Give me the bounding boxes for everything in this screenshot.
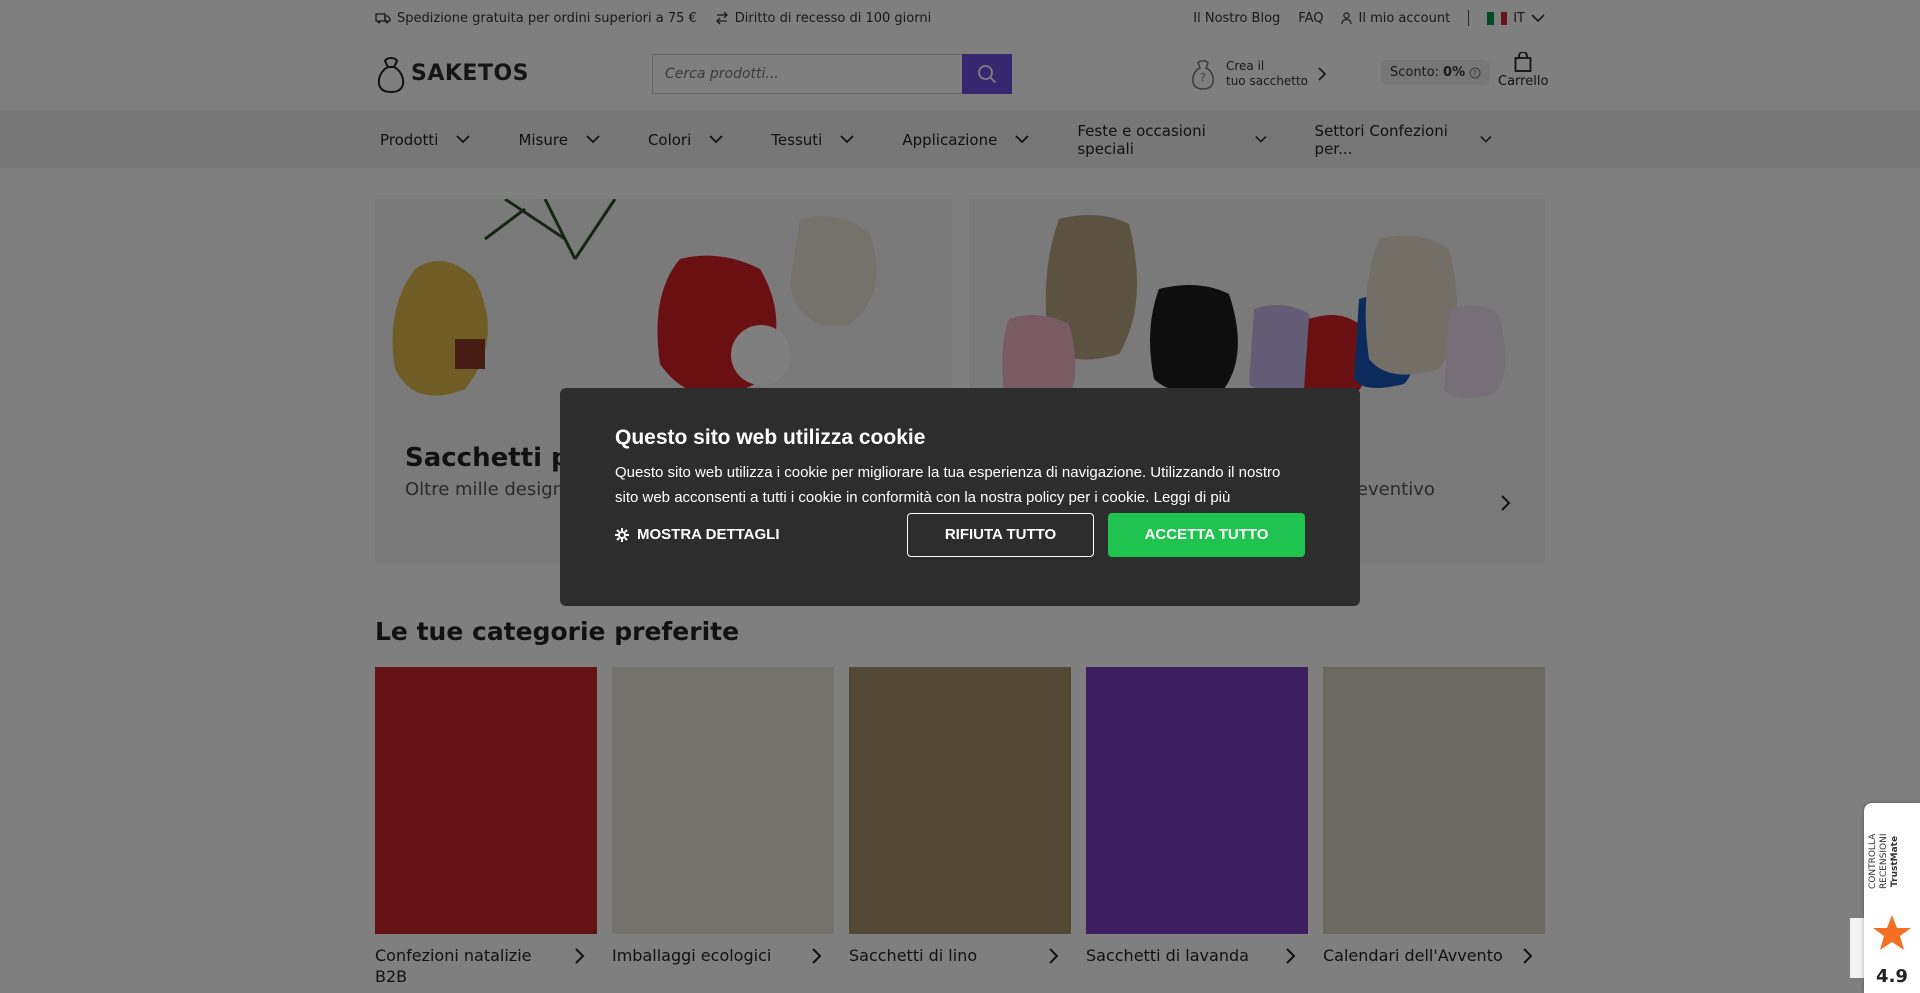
star-icon [1873, 915, 1911, 950]
reject-all-button[interactable]: RIFIUTA TUTTO [907, 512, 1094, 557]
recaptcha-tab [1850, 918, 1864, 978]
gear-icon [615, 527, 629, 542]
cookie-text: Questo sito web utilizza i cookie per mi… [615, 464, 1281, 506]
cookie-title: Questo sito web utilizza cookie [615, 426, 926, 449]
trustmate-widget[interactable]: CONTROLLA RECENSIONI TrustMate 4.9 [1864, 803, 1920, 993]
accept-all-button[interactable]: ACCETTA TUTTO [1108, 512, 1305, 557]
cookie-dialog: Questo sito web utilizza cookie Questo s… [560, 388, 1360, 606]
trustmate-label: CONTROLLA RECENSIONI TrustMate [1868, 833, 1900, 889]
rating-score: 4.9 [1876, 966, 1908, 987]
show-details-button[interactable]: MOSTRA DETTAGLI [615, 526, 780, 543]
